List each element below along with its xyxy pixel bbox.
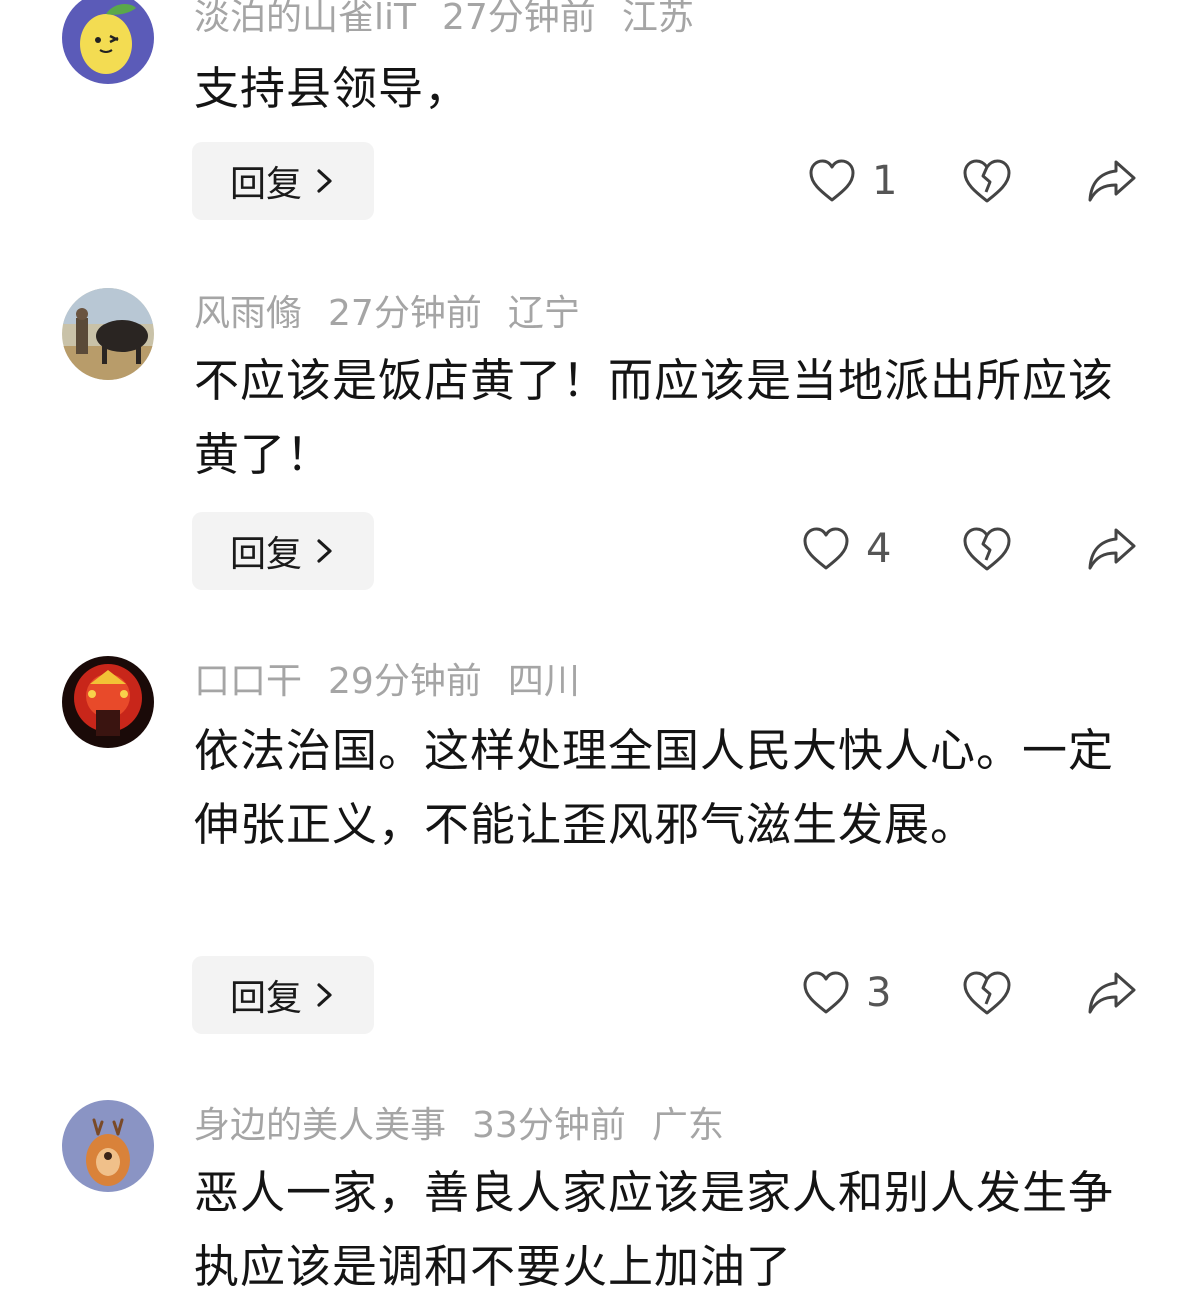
dislike-button[interactable] [962, 968, 1012, 1018]
comment-actions: 4 [790, 510, 1150, 588]
like-count: 3 [866, 970, 892, 1016]
reply-button[interactable]: 回复 [192, 956, 374, 1034]
heart-icon [803, 971, 849, 1014]
username[interactable]: 风雨翛 [194, 293, 302, 334]
location: 广东 [651, 1105, 724, 1146]
like-count: 1 [872, 158, 898, 204]
heart-icon [809, 159, 855, 202]
timestamp: 33分钟前 [472, 1105, 626, 1146]
username[interactable]: 口口干 [194, 661, 302, 702]
like-button[interactable]: 1 [808, 156, 897, 206]
reply-button[interactable]: 回复 [192, 142, 374, 220]
reply-button[interactable]: 回复 [192, 512, 374, 590]
avatar[interactable] [62, 288, 154, 380]
comment-meta: 风雨翛 27分钟前 辽宁 [194, 292, 606, 336]
share-arrow-icon [1088, 160, 1136, 202]
share-button[interactable] [1086, 156, 1138, 206]
red-lantern-photo-avatar [62, 656, 154, 748]
broken-heart-icon [963, 527, 1011, 571]
timestamp: 27分钟前 [328, 293, 482, 334]
photo-avatar [62, 288, 154, 380]
share-arrow-icon [1088, 528, 1136, 570]
username[interactable]: 身边的美人美事 [194, 1105, 446, 1146]
dislike-button[interactable] [962, 156, 1012, 206]
share-button[interactable] [1086, 524, 1138, 574]
share-button[interactable] [1086, 968, 1138, 1018]
reply-label: 回复 [229, 978, 302, 1019]
comment-meta: 身边的美人美事 33分钟前 广东 [194, 1104, 750, 1148]
comment-meta: 口口干 29分钟前 四川 [194, 660, 606, 704]
comment-actions: 1 [790, 142, 1150, 220]
timestamp: 29分钟前 [328, 661, 482, 702]
reply-label: 回复 [229, 164, 302, 205]
location: 江苏 [621, 0, 694, 38]
comment-meta: 淡泊的山雀liT 27分钟前 江苏 [194, 0, 720, 40]
location: 辽宁 [507, 293, 580, 334]
chevron-right-icon [317, 539, 332, 563]
comment-text: 支持县领导， [194, 62, 471, 115]
location: 四川 [507, 661, 580, 702]
avatar[interactable] [62, 656, 154, 748]
timestamp: 27分钟前 [442, 0, 596, 38]
deer-cartoon-icon [62, 1100, 154, 1192]
username[interactable]: 淡泊的山雀liT [194, 0, 416, 38]
comment-text: 不应该是饭店黄了！而应该是当地派出所应该黄了！ [194, 354, 1115, 481]
heart-icon [803, 527, 849, 570]
chevron-right-icon [317, 983, 332, 1007]
comment-text: 恶人一家，善良人家应该是家人和别人发生争执应该是调和不要火上加油了 [194, 1166, 1115, 1293]
reply-label: 回复 [229, 534, 302, 575]
broken-heart-icon [963, 159, 1011, 203]
broken-heart-icon [963, 971, 1011, 1015]
like-button[interactable]: 4 [802, 524, 891, 574]
comment-text: 依法治国。这样处理全国人民大快人心。一定伸张正义，不能让歪风邪气滋生发展。 [194, 724, 1115, 851]
chevron-right-icon [317, 169, 332, 193]
share-arrow-icon [1088, 972, 1136, 1014]
lemon-cartoon-icon [62, 0, 154, 84]
dislike-button[interactable] [962, 524, 1012, 574]
avatar[interactable] [62, 0, 154, 84]
like-count: 4 [866, 526, 892, 572]
like-button[interactable]: 3 [802, 968, 891, 1018]
comment-actions: 3 [790, 954, 1150, 1032]
avatar[interactable] [62, 1100, 154, 1192]
